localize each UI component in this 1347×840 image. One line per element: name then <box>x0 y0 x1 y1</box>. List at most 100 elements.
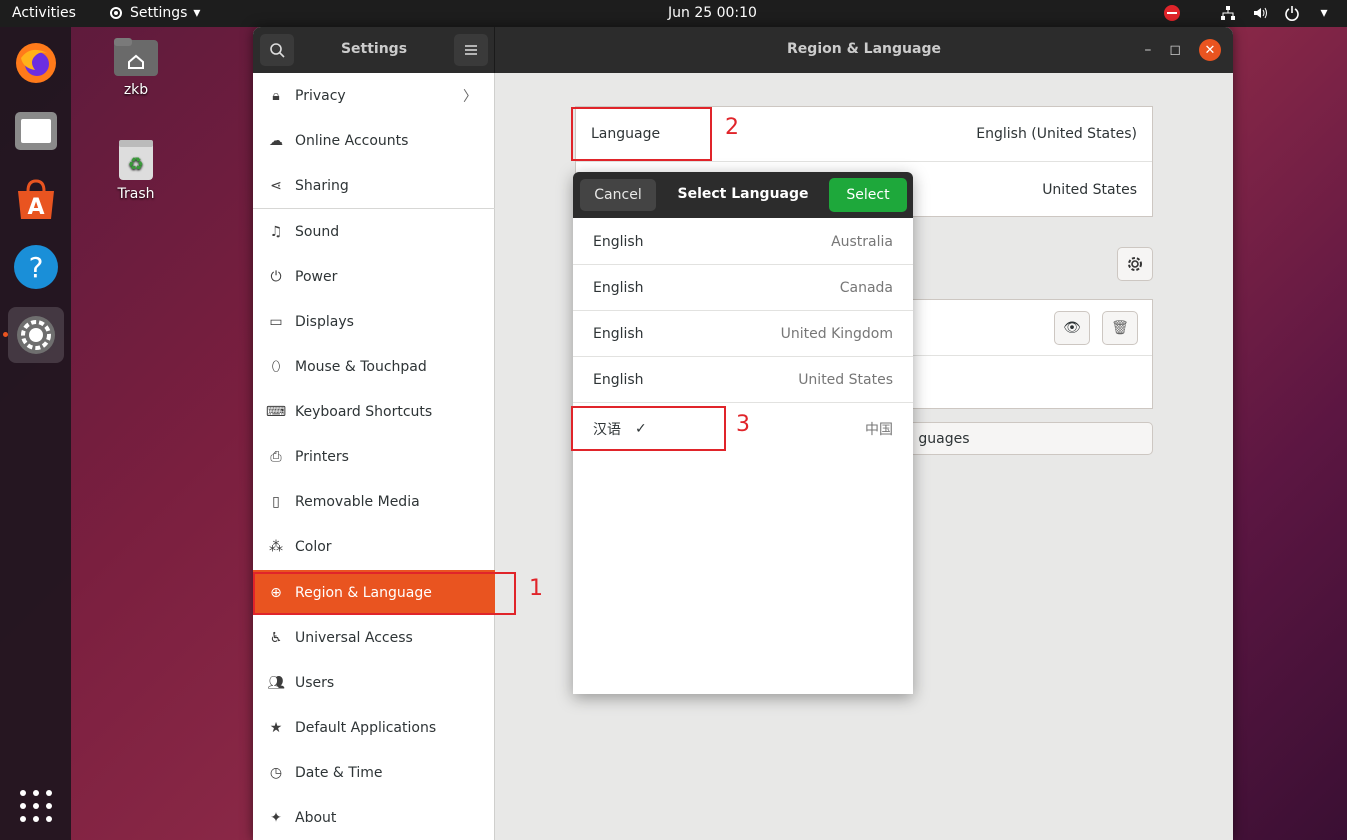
annotation-box-1 <box>253 572 516 615</box>
sidebar-item-printers[interactable]: ⎙ Printers <box>253 434 495 479</box>
sidebar-item-label: Online Accounts <box>295 132 409 149</box>
sidebar-item-sharing[interactable]: ⋖ Sharing <box>253 163 495 208</box>
language-name: English <box>593 279 644 296</box>
cloud-icon: ☁ <box>269 132 283 149</box>
home-folder-label: zkb <box>123 82 149 98</box>
printer-icon: ⎙ <box>270 448 282 465</box>
trash-icon: ♻ <box>119 140 153 180</box>
sidebar-item-label: Default Applications <box>295 719 437 736</box>
sidebar-item-label: Keyboard Shortcuts <box>295 403 433 420</box>
language-country: 中国 <box>865 422 893 438</box>
language-option[interactable]: English United Kingdom <box>573 311 913 357</box>
help-icon[interactable]: ? <box>8 239 64 295</box>
close-icon[interactable]: ✕ <box>1199 39 1221 61</box>
language-value: English (United States) <box>976 126 1137 142</box>
color-icon: ⁂ <box>269 538 283 555</box>
sidebar-item-keyboard-shortcuts[interactable]: ⌨ Keyboard Shortcuts <box>253 389 495 434</box>
folder-icon <box>114 38 158 76</box>
activities-button[interactable]: Activities <box>12 5 76 21</box>
annotation-number-2: 2 <box>725 115 739 140</box>
sidebar-item-removable-media[interactable]: ▯ Removable Media <box>253 479 495 524</box>
minimize-icon[interactable]: – <box>1144 42 1151 58</box>
sidebar-item-displays[interactable]: ▭ Displays <box>253 299 495 344</box>
formats-value: United States <box>1042 181 1137 198</box>
keyboard-icon: ⌨ <box>265 403 287 420</box>
sidebar-item-label: Sound <box>295 223 340 240</box>
files-icon[interactable] <box>8 103 64 159</box>
input-sources-options-button[interactable] <box>1117 247 1153 281</box>
system-tray[interactable]: ▾ <box>1163 4 1333 22</box>
sidebar-item-default-applications[interactable]: ★ Default Applications <box>253 705 495 750</box>
eye-icon: 👁︎ <box>1063 320 1081 336</box>
annotation-number-3: 3 <box>736 412 750 437</box>
sidebar-item-label: Displays <box>295 313 354 330</box>
sidebar-item-label: Privacy <box>295 87 346 104</box>
select-button[interactable]: Select <box>829 178 907 212</box>
gear-icon <box>110 7 122 19</box>
star-icon: ★ <box>269 719 283 736</box>
language-option[interactable]: English Australia <box>573 219 913 265</box>
do-not-disturb-icon[interactable] <box>1163 4 1181 22</box>
remove-input-source-button[interactable]: 🗑︎ <box>1102 311 1138 345</box>
annotation-box-3 <box>571 406 726 451</box>
settings-app-icon[interactable] <box>8 307 64 363</box>
sidebar-item-date-time[interactable]: ◷ Date & Time <box>253 750 495 795</box>
sidebar-item-users[interactable]: 👥︎ Users <box>253 660 495 705</box>
sidebar-header: Settings <box>253 27 495 73</box>
menu-button[interactable] <box>454 34 488 66</box>
dock: A ? <box>0 27 71 840</box>
firefox-icon[interactable] <box>8 35 64 91</box>
language-country: United States <box>798 371 893 388</box>
language-name: English <box>593 233 644 250</box>
power-icon: ⏻ <box>270 268 282 285</box>
accessibility-icon: ♿︎ <box>269 629 283 646</box>
app-menu-label: Settings <box>130 5 188 21</box>
svg-text:♻: ♻ <box>128 154 144 175</box>
music-note-icon: ♫ <box>269 223 283 240</box>
top-bar: Activities Settings ▾ Jun 25 00:10 ▾ <box>0 0 1347 27</box>
home-folder-desktop-icon[interactable]: zkb <box>96 36 176 98</box>
network-icon[interactable] <box>1219 4 1237 22</box>
clock-icon: ◷ <box>269 764 283 781</box>
hamburger-icon <box>465 45 477 55</box>
sidebar-item-privacy[interactable]: 🔒︎ Privacy 〉 <box>253 73 495 118</box>
software-store-icon[interactable]: A <box>8 171 64 227</box>
language-country: Canada <box>839 279 893 296</box>
language-country: Australia <box>831 233 893 250</box>
power-icon[interactable] <box>1283 4 1301 22</box>
svg-text:?: ? <box>29 251 44 284</box>
running-indicator <box>3 332 8 337</box>
maximize-icon[interactable]: ◻ <box>1169 42 1181 58</box>
header-bar: Settings Region & Language – ◻ ✕ <box>253 27 1233 73</box>
gear-icon <box>1128 257 1142 271</box>
language-country: United Kingdom <box>780 325 893 342</box>
manage-languages-label: guages <box>918 430 970 447</box>
language-option[interactable]: English Canada <box>573 265 913 311</box>
sidebar-item-power[interactable]: ⏻ Power <box>253 254 495 299</box>
users-icon: 👥︎ <box>267 674 285 691</box>
sidebar-item-universal-access[interactable]: ♿︎ Universal Access <box>253 615 495 660</box>
sidebar-item-color[interactable]: ⁂ Color <box>253 524 495 569</box>
trash-desktop-icon[interactable]: ♻ Trash <box>96 136 176 202</box>
chevron-down-icon[interactable]: ▾ <box>1315 4 1333 22</box>
sidebar-item-label: Universal Access <box>295 629 413 646</box>
share-icon: ⋖ <box>270 177 282 194</box>
page-title: Region & Language <box>787 41 941 57</box>
sidebar-item-mouse-touchpad[interactable]: ⬯ Mouse & Touchpad <box>253 344 495 389</box>
volume-icon[interactable] <box>1251 4 1269 22</box>
sidebar-item-about[interactable]: ✦ About <box>253 795 495 840</box>
language-option[interactable]: English United States <box>573 357 913 403</box>
show-applications-icon[interactable] <box>20 790 52 822</box>
sidebar-item-online-accounts[interactable]: ☁ Online Accounts <box>253 118 495 163</box>
sidebar-item-label: Mouse & Touchpad <box>295 358 427 375</box>
app-menu[interactable]: Settings ▾ <box>108 5 200 21</box>
sidebar-item-sound[interactable]: ♫ Sound <box>253 209 495 254</box>
svg-text:A: A <box>27 195 44 220</box>
annotation-number-1: 1 <box>529 576 543 601</box>
dialog-header: Cancel Select Language Select <box>573 172 913 218</box>
chevron-down-icon: ▾ <box>193 5 201 21</box>
preview-layout-button[interactable]: 👁︎ <box>1054 311 1090 345</box>
annotation-box-2 <box>571 107 712 161</box>
clock[interactable]: Jun 25 00:10 <box>668 5 757 21</box>
sidebar-item-label: Sharing <box>295 177 349 194</box>
